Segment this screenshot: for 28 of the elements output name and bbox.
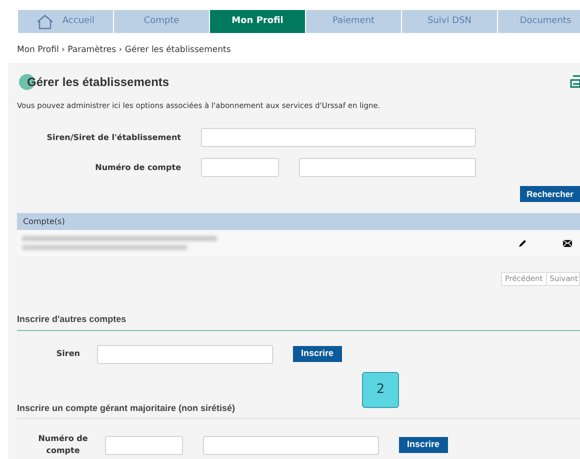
breadcrumb: Mon Profil › Paramètres › Gérer les établissements [17,44,232,57]
field-label: Siren [55,348,81,360]
nav-tab[interactable]: Mon Profil [210,10,305,33]
pencil-icon[interactable] [518,238,527,248]
home-icon [36,14,54,30]
field-label: Numéro de compte [94,162,182,174]
nav-tab[interactable]: Paiement [306,10,401,33]
siren-field[interactable] [97,344,273,364]
printer-icon [570,74,580,90]
account-key-field[interactable] [299,158,476,177]
section-title: Inscrire un compte gérant majoritaire (non sirétisé) [17,402,236,415]
inscrire-button[interactable]: Inscrire [399,437,448,453]
account-key-field[interactable] [203,436,379,454]
search-button[interactable]: Rechercher [520,186,580,202]
field-label: Numéro de compte [37,433,89,457]
field-label: Siren/Siret de l'établissement [46,132,182,144]
step-badge: 2 [362,372,399,408]
account-field[interactable] [105,436,183,454]
nav-tab[interactable]: Compte [114,10,209,33]
nav-tab[interactable]: Suivi DSN [402,10,497,33]
nav-tab[interactable]: Accueil [18,10,113,33]
envelope-icon[interactable] [563,240,572,246]
account-field[interactable] [201,158,279,177]
inscrire-button[interactable]: Inscrire [293,346,342,362]
table-header: Compte(s) [17,213,580,230]
siret-field[interactable] [201,128,476,147]
section-title: Inscrire d'autres comptes [17,313,128,326]
nav-tab[interactable]: Documents [498,10,580,33]
